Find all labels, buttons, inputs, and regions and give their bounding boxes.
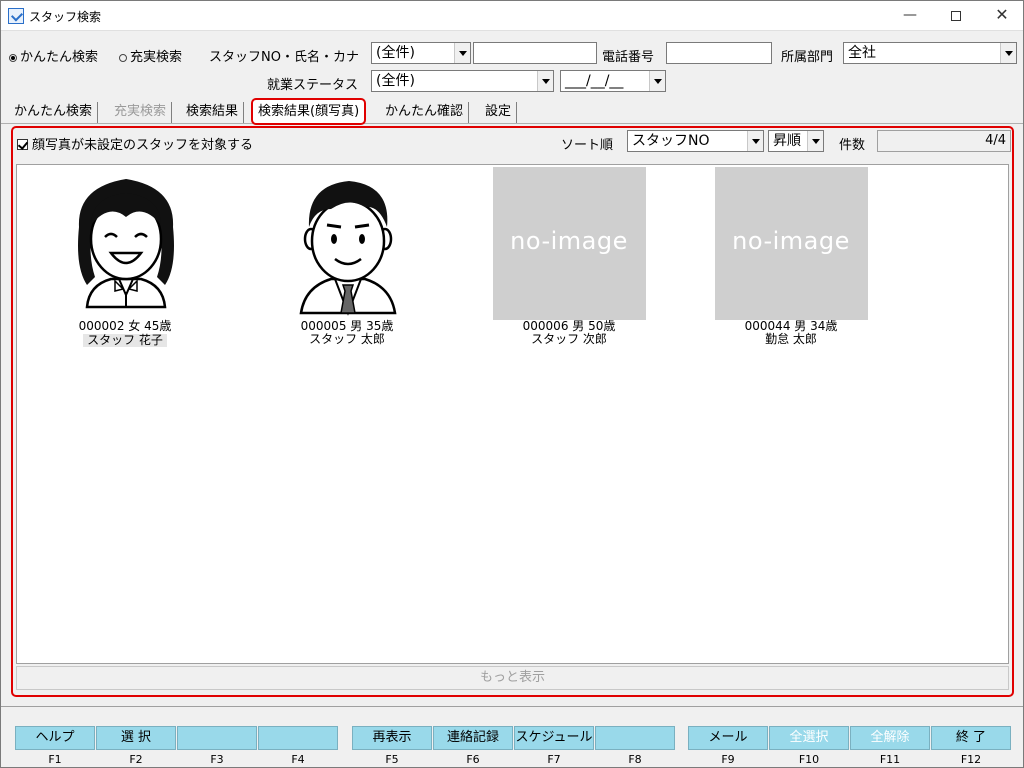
no-photo-checkbox-label: 顔写真が未設定のスタッフを対象する (32, 138, 254, 153)
no-image-placeholder: no-image (492, 167, 646, 320)
fkey-label: F6 (466, 753, 480, 766)
tab-easy-search[interactable]: かんたん検索 (9, 102, 99, 123)
select-all-button[interactable]: 全選択 (769, 726, 849, 750)
fkey-label: F1 (48, 753, 62, 766)
fkey-label: F5 (385, 753, 399, 766)
female-avatar-photo (49, 167, 202, 320)
fkey-label: F3 (210, 753, 224, 766)
no-image-placeholder: no-image (714, 167, 868, 320)
show-more-button[interactable]: もっと表示 (16, 666, 1009, 690)
fkey-label: F12 (960, 753, 982, 766)
close-button[interactable]: ✕ (979, 1, 1024, 31)
title-bar: スタッフ検索 — ✕ (1, 1, 1023, 31)
exit-button[interactable]: 終 了 (931, 726, 1011, 750)
staff-card[interactable]: no-image 000044 男 34歳 勤怠 太郎 (696, 167, 886, 346)
mail-button[interactable]: メール (688, 726, 768, 750)
f3-button[interactable] (177, 726, 257, 750)
photo-gallery: 000002 女 45歳 スタッフ 花子 000005 男 35歳 スタッフ 太… (16, 164, 1009, 664)
sort-select[interactable]: スタッフNO (627, 130, 764, 152)
staff-name: スタッフ 花子 (83, 334, 167, 347)
staff-name: 勤怠 太郎 (765, 332, 817, 346)
deselect-all-button[interactable]: 全解除 (850, 726, 930, 750)
tab-settings[interactable]: 設定 (480, 102, 518, 123)
contact-log-button[interactable]: 連絡記録 (433, 726, 513, 750)
schedule-button[interactable]: スケジュール (514, 726, 594, 750)
select-button[interactable]: 選 択 (96, 726, 176, 750)
phone-input[interactable] (666, 42, 772, 64)
female-avatar-icon (77, 179, 174, 309)
chevron-down-icon (649, 71, 665, 91)
f4-button[interactable] (258, 726, 338, 750)
staff-keyword-input[interactable] (473, 42, 597, 64)
chevron-down-icon (1000, 43, 1016, 63)
order-select[interactable]: 昇順 (768, 130, 824, 152)
divider (1, 706, 1023, 707)
male-avatar-icon (299, 181, 396, 316)
app-icon (8, 8, 24, 24)
staff-card[interactable]: no-image 000006 男 50歳 スタッフ 次郎 (474, 167, 664, 346)
mode-easy-radio[interactable]: かんたん検索 (9, 46, 98, 65)
maximize-button[interactable] (933, 1, 979, 31)
male-avatar-photo (271, 167, 424, 320)
tab-full-search[interactable]: 充実検索 (109, 102, 173, 123)
radio-checked-icon (9, 53, 17, 62)
tab-bar: かんたん検索 充実検索 検索結果 検索結果(顔写真) かんたん確認 設定 (1, 98, 1023, 125)
refresh-button[interactable]: 再表示 (352, 726, 432, 750)
staff-scope-value: (全件) (376, 45, 415, 61)
staff-card[interactable]: 000005 男 35歳 スタッフ 太郎 (252, 167, 442, 346)
status-label: 就業ステータス (267, 78, 359, 93)
minimize-button[interactable]: — (887, 1, 933, 31)
checkbox-checked-icon (17, 139, 28, 150)
staff-scope-select[interactable]: (全件) (371, 42, 471, 64)
tab-easy-confirm[interactable]: かんたん確認 (380, 102, 470, 123)
tab-search-results[interactable]: 検索結果 (181, 102, 245, 123)
search-row-1: かんたん検索 充実検索 スタッフNO・氏名・カナ (全件) 電話番号 所属部門 … (1, 42, 1023, 66)
chevron-down-icon (747, 131, 763, 151)
no-photo-checkbox[interactable]: 顔写真が未設定のスタッフを対象する (17, 134, 253, 153)
fkey-label: F7 (547, 753, 561, 766)
phone-label: 電話番号 (602, 50, 655, 65)
dept-label: 所属部門 (781, 50, 834, 65)
date-value: ___/__/__ (565, 73, 624, 89)
staff-name: スタッフ 太郎 (309, 332, 385, 346)
fkey-label: F9 (721, 753, 735, 766)
status-value: (全件) (376, 73, 415, 89)
dept-value: 全社 (848, 45, 876, 61)
sort-value: スタッフNO (632, 133, 710, 149)
f8-button[interactable] (595, 726, 675, 750)
order-value: 昇順 (773, 133, 801, 149)
help-button[interactable]: ヘルプ (15, 726, 95, 750)
maximize-icon (951, 11, 961, 21)
count-label: 件数 (839, 138, 866, 153)
sort-label: ソート順 (561, 138, 614, 153)
mode-full-radio[interactable]: 充実検索 (119, 46, 182, 65)
staff-search-label: スタッフNO・氏名・カナ (209, 50, 359, 65)
staff-name: スタッフ 次郎 (531, 332, 607, 346)
status-select[interactable]: (全件) (371, 70, 554, 92)
staff-card[interactable]: 000002 女 45歳 スタッフ 花子 (30, 167, 220, 348)
date-picker[interactable]: ___/__/__ (560, 70, 666, 92)
chevron-down-icon (537, 71, 553, 91)
window-title: スタッフ検索 (29, 10, 102, 24)
dept-select[interactable]: 全社 (843, 42, 1017, 64)
fkey-label: F8 (628, 753, 642, 766)
count-value: 4/4 (877, 130, 1011, 152)
fkey-label: F4 (291, 753, 305, 766)
photo-results-panel: 顔写真が未設定のスタッフを対象する ソート順 スタッフNO 昇順 件数 4/4 (11, 126, 1014, 697)
staff-info: 000002 女 45歳 (78, 319, 172, 333)
chevron-down-icon (807, 131, 823, 151)
no-image-text: no-image (510, 227, 628, 255)
mode-easy-label: かんたん検索 (20, 50, 99, 65)
fkey-label: F10 (798, 753, 820, 766)
no-image-text: no-image (732, 227, 850, 255)
chevron-down-icon (454, 43, 470, 63)
app-window: スタッフ検索 — ✕ かんたん検索 充実検索 スタッフNO・氏名・カナ (全件)… (0, 0, 1024, 768)
mode-full-label: 充実検索 (130, 50, 183, 65)
radio-unchecked-icon (119, 53, 127, 62)
tab-search-results-photo[interactable]: 検索結果(顔写真) (251, 98, 367, 125)
fkey-label: F11 (879, 753, 901, 766)
fkey-label: F2 (129, 753, 143, 766)
